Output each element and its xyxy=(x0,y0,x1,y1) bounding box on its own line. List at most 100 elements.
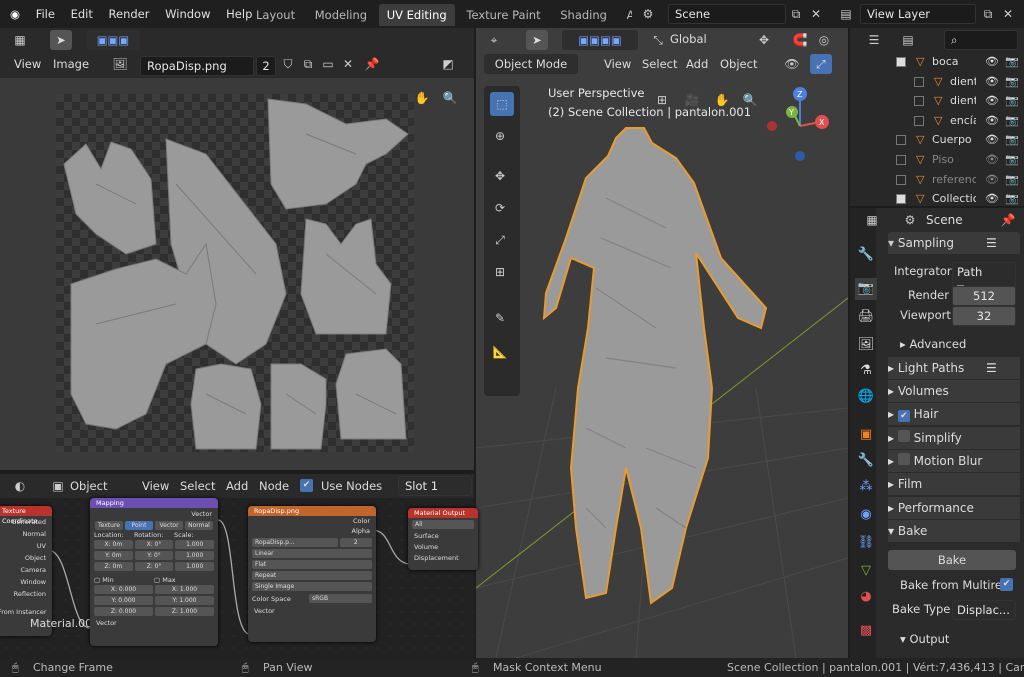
image-projection[interactable]: Flat xyxy=(252,560,372,569)
pin-icon[interactable]: 📌 xyxy=(362,54,382,74)
outliner-row[interactable]: ▽ boca 👁 📷 xyxy=(850,52,1024,72)
view-layer-tab-icon[interactable]: 🖼 xyxy=(855,334,877,356)
image-file-field[interactable]: RopaDisp.p... xyxy=(252,538,338,547)
particles-tab-icon[interactable]: ⁂ xyxy=(855,476,877,498)
mapping-value-field[interactable]: Y: 0° xyxy=(134,551,174,560)
menu-window[interactable]: Window xyxy=(159,0,216,28)
outliner-row[interactable]: ▽ encía 👁 📷 xyxy=(850,111,1024,131)
color-space-field[interactable]: sRGB xyxy=(309,594,372,603)
mapping-value-field[interactable]: X: 0.000 xyxy=(94,585,153,594)
physics-tab-icon[interactable]: ◉ xyxy=(855,504,877,526)
uv-view-menu[interactable]: View xyxy=(14,57,41,71)
zoom-icon[interactable]: 🔍 xyxy=(440,88,460,108)
eye-icon[interactable]: 👁 xyxy=(985,111,999,131)
eye-icon[interactable]: 👁 xyxy=(985,130,999,150)
uv-canvas[interactable]: ✋ 🔍 xyxy=(0,78,474,470)
outliner-row[interactable]: ▽ dient 👁 📷 xyxy=(850,91,1024,111)
viewport-samples-field[interactable]: 32 xyxy=(952,306,1016,326)
outliner-row[interactable]: ▽ referencia 👁 📷 xyxy=(850,170,1024,190)
tab-shading[interactable]: Shading xyxy=(552,4,615,26)
mapping-value-field[interactable]: 1.000 xyxy=(175,562,215,571)
mapping-value-field[interactable]: Y: 0m xyxy=(94,551,133,560)
bake-button[interactable]: Bake xyxy=(888,550,1016,570)
film-panel[interactable]: ▸ Film xyxy=(888,473,1020,495)
mapping-value-field[interactable]: X: 1.000 xyxy=(155,585,214,594)
menu-render[interactable]: Render xyxy=(103,0,156,28)
camera-visibility-icon[interactable]: 📷 xyxy=(1005,130,1019,150)
fake-user-icon[interactable]: ⛉ xyxy=(278,54,298,74)
cursor-icon[interactable]: ⊕ xyxy=(490,126,510,146)
shader-type-label[interactable]: Object xyxy=(70,479,107,493)
output-target[interactable]: All xyxy=(412,520,474,529)
object-tab-icon[interactable]: ▣ xyxy=(855,424,877,446)
close-icon[interactable]: ✕ xyxy=(806,4,826,24)
checkbox-icon[interactable] xyxy=(914,76,924,87)
unlink-image-icon[interactable]: ✕ xyxy=(338,54,358,74)
node-menu-node[interactable]: Node xyxy=(259,479,289,493)
node-canvas[interactable]: Texture Coordinate Generated Normal UV Obje… xyxy=(0,498,478,658)
select-mode-icons[interactable]: ▣▣▣ xyxy=(86,30,140,50)
open-image-icon[interactable]: ▭ xyxy=(318,54,338,74)
image-texture-node[interactable]: RopaDisp.png Color Alpha RopaDisp.p... 2… xyxy=(248,506,376,642)
mapping-value-field[interactable]: Z: 0.000 xyxy=(94,607,153,616)
slot-dropdown[interactable]: Slot 1 xyxy=(398,476,472,496)
mapping-value-field[interactable]: Z: 1.000 xyxy=(155,607,214,616)
checkbox-icon[interactable] xyxy=(896,194,906,205)
eye-icon[interactable]: 👁 xyxy=(985,52,999,72)
3d-viewport[interactable]: ⌖ ➤ ▣▣▣▣ ⤡ Global ✥ 🧲 ◎ Object Mode View… xyxy=(476,28,848,658)
sampling-panel-header[interactable]: ▾ Sampling ☰ xyxy=(888,232,1020,254)
close-view-layer-icon[interactable]: ✕ xyxy=(998,4,1018,24)
measure-icon[interactable]: 📐 xyxy=(490,342,510,362)
checkbox-icon[interactable] xyxy=(896,154,906,165)
hair-panel[interactable]: ▸ ✔ Hair xyxy=(888,403,1020,425)
shader-type-icon[interactable]: ▣ xyxy=(48,476,68,496)
mapping-value-field[interactable]: Z: 0° xyxy=(134,562,174,571)
properties-pin-icon[interactable]: 📌 xyxy=(998,210,1018,230)
mapping-value-field[interactable]: Z: 0m xyxy=(94,562,133,571)
image-file-users[interactable]: 2 xyxy=(339,538,372,547)
bake-type-dropdown[interactable]: Displac... xyxy=(952,600,1016,620)
bake-panel[interactable]: ▾ Bake xyxy=(888,520,1020,542)
motion-blur-panel[interactable]: ▸ Motion Blur xyxy=(888,450,1020,472)
mapping-value-field[interactable]: Y: 0.000 xyxy=(94,596,153,605)
texture-tab-icon[interactable]: ▩ xyxy=(855,620,877,642)
mapping-value-field[interactable]: 1.000 xyxy=(175,540,215,549)
rotate-icon[interactable]: ⟳ xyxy=(490,198,510,218)
render-samples-field[interactable]: 512 xyxy=(952,286,1016,306)
simplify-panel[interactable]: ▸ Simplify xyxy=(888,427,1020,449)
eye-icon[interactable]: 👁 xyxy=(985,150,999,170)
eye-icon[interactable]: 👁 xyxy=(985,72,999,92)
outliner-row[interactable]: ▽ Piso 👁 📷 xyxy=(850,150,1024,170)
view-layer-field[interactable]: View Layer xyxy=(860,4,976,24)
menu-file[interactable]: File xyxy=(30,0,61,28)
menu-edit[interactable]: Edit xyxy=(65,0,99,28)
blender-logo-icon[interactable]: ◉ xyxy=(4,0,26,28)
outliner-row[interactable]: ▽ Cuerpo 👁 📷 xyxy=(850,130,1024,150)
tab-modeling[interactable]: Modeling xyxy=(307,4,375,26)
camera-visibility-icon[interactable]: 📷 xyxy=(1005,170,1019,190)
viewport-pan-icon[interactable]: ✋ xyxy=(712,90,732,110)
camera-icon[interactable]: 🎥 xyxy=(682,90,702,110)
camera-visibility-icon[interactable]: 📷 xyxy=(1005,189,1019,209)
image-browse-icon[interactable]: 🖼 xyxy=(110,54,130,74)
node-editor-type-icon[interactable]: ◐ xyxy=(10,476,30,496)
image-users-count[interactable]: 2 xyxy=(256,56,276,76)
mapping-value-field[interactable]: X: 0m xyxy=(94,540,133,549)
output-subpanel[interactable]: ▾ Output xyxy=(900,632,949,646)
view-layer-icon[interactable]: ▤ xyxy=(836,4,856,24)
volumes-panel[interactable]: ▸ Volumes xyxy=(888,380,1020,402)
navigation-gizmo[interactable]: Z X Y xyxy=(764,84,836,164)
modifier-tab-icon[interactable]: 🔧 xyxy=(855,450,877,472)
transform-icon[interactable]: ⊞ xyxy=(490,262,510,282)
mapping-tab-texture[interactable]: Texture xyxy=(95,521,123,530)
camera-visibility-icon[interactable]: 📷 xyxy=(1005,52,1019,72)
checkbox-icon[interactable] xyxy=(896,174,906,185)
tab-texture-paint[interactable]: Texture Paint xyxy=(458,4,548,26)
outliner-row[interactable]: ▽ dient 👁 📷 xyxy=(850,72,1024,92)
select-tool-icon[interactable]: ➤ xyxy=(50,30,72,50)
checkbox-icon[interactable] xyxy=(914,115,924,126)
image-name-field[interactable]: RopaDisp.png xyxy=(140,56,254,76)
hair-checkbox[interactable]: ✔ xyxy=(897,410,910,422)
eye-icon[interactable]: 👁 xyxy=(985,91,999,111)
tool-tab-icon[interactable]: 🔧 xyxy=(855,244,877,266)
